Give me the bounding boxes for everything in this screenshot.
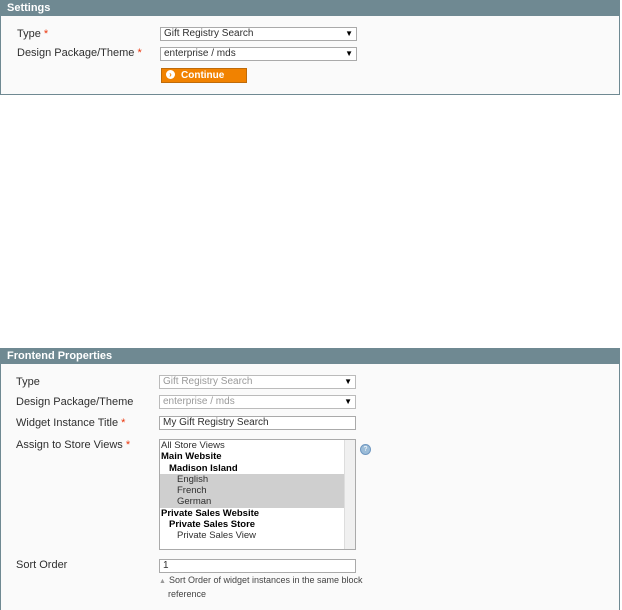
- question-icon[interactable]: ?: [360, 444, 371, 455]
- triangle-up-icon: ▲: [159, 578, 166, 585]
- chevron-down-icon: ▼: [344, 397, 352, 406]
- theme-label: Design Package/Theme *: [17, 47, 142, 59]
- store-view-option[interactable]: All Store Views: [160, 440, 345, 451]
- fp-type-value: Gift Registry Search: [163, 376, 253, 387]
- chevron-right-icon: ›: [166, 69, 175, 79]
- continue-button[interactable]: › Continue: [161, 68, 247, 83]
- sort-order-note-line1: Sort Order of widget instances in the sa…: [168, 575, 363, 585]
- settings-header: Settings: [1, 1, 619, 16]
- sort-order-input[interactable]: 1: [159, 559, 356, 573]
- chevron-down-icon: ▼: [345, 49, 353, 58]
- store-view-option[interactable]: English: [160, 473, 345, 486]
- type-label: Type *: [17, 28, 49, 40]
- type-select[interactable]: Gift Registry Search ▼: [160, 27, 357, 41]
- store-view-option[interactable]: Main Website: [160, 451, 345, 462]
- sort-order-note: ▲ Sort Order of widget instances in the s…: [159, 574, 369, 600]
- sort-order-label: Sort Order: [16, 559, 68, 571]
- fp-theme-value: enterprise / mds: [163, 396, 235, 407]
- instance-title-label: Widget Instance Title *: [16, 417, 126, 429]
- theme-select-value: enterprise / mds: [164, 48, 236, 59]
- store-view-option[interactable]: German: [160, 496, 345, 508]
- instance-title-input[interactable]: My Gift Registry Search: [159, 416, 356, 430]
- fp-type-label: Type: [16, 376, 40, 388]
- settings-panel: Settings Type * Gift Registry Search ▼ D…: [0, 0, 620, 95]
- store-view-option[interactable]: French: [160, 485, 345, 497]
- scrollbar[interactable]: [344, 440, 355, 549]
- fp-theme-select: enterprise / mds ▼: [159, 395, 356, 409]
- type-row: Type * Gift Registry Search ▼: [1, 26, 619, 42]
- store-views-label: Assign to Store Views *: [16, 439, 131, 451]
- chevron-down-icon: ▼: [344, 377, 352, 386]
- fp-type-row: Type Gift Registry Search ▼: [0, 374, 622, 390]
- store-views-options: All Store Views Main Website Madison Islan…: [160, 440, 345, 542]
- store-view-option[interactable]: Private Sales View: [160, 530, 345, 541]
- store-view-option[interactable]: Madison Island: [160, 463, 345, 474]
- frontend-properties-header: Frontend Properties: [1, 349, 619, 364]
- fp-type-select: Gift Registry Search ▼: [159, 375, 356, 389]
- fp-theme-label: Design Package/Theme: [16, 396, 134, 408]
- chevron-down-icon: ▼: [345, 29, 353, 38]
- type-select-value: Gift Registry Search: [164, 28, 254, 39]
- theme-row: Design Package/Theme * enterprise / mds …: [1, 45, 619, 61]
- theme-select[interactable]: enterprise / mds ▼: [160, 47, 357, 61]
- fp-theme-row: Design Package/Theme enterprise / mds ▼: [0, 394, 622, 410]
- store-view-option[interactable]: Private Sales Store: [160, 519, 345, 530]
- continue-label: Continue: [181, 70, 225, 81]
- store-views-multiselect[interactable]: All Store Views Main Website Madison Islan…: [159, 439, 356, 550]
- instance-title-row: Widget Instance Title * My Gift Registry…: [0, 415, 622, 431]
- sort-order-row: Sort Order 1: [0, 557, 622, 573]
- store-view-option[interactable]: Private Sales Website: [160, 508, 345, 519]
- sort-order-note-line2: reference: [168, 589, 207, 599]
